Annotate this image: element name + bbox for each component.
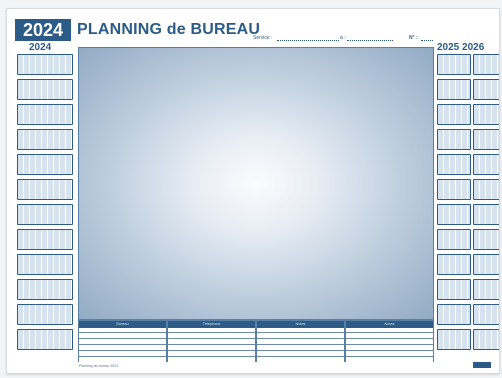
right-calendar-column-2026 <box>473 54 499 360</box>
right-calendar-years: 2025 2026 <box>437 42 485 53</box>
corner-tag <box>473 362 491 368</box>
planning-writing-area[interactable] <box>78 47 434 320</box>
month-calendar-block <box>17 104 73 125</box>
month-calendar-block <box>17 204 73 225</box>
year-badge: 2024 <box>15 19 71 41</box>
note-lines <box>168 328 255 362</box>
note-column-3[interactable]: Notes <box>256 320 345 362</box>
month-calendar-block <box>473 229 499 250</box>
month-calendar-block <box>17 254 73 275</box>
location-label: à : <box>340 35 346 41</box>
month-calendar-block <box>437 254 471 275</box>
month-calendar-block <box>437 179 471 200</box>
month-calendar-block <box>473 179 499 200</box>
month-calendar-block <box>17 229 73 250</box>
month-calendar-block <box>437 229 471 250</box>
notes-section: Bureau Téléphone Notes Notes <box>78 320 434 362</box>
desk-planner-sheet: 2024 PLANNING de BUREAU Service : à : N°… <box>6 8 500 374</box>
note-lines <box>79 328 166 362</box>
month-calendar-block <box>473 129 499 150</box>
month-calendar-block <box>17 279 73 300</box>
month-calendar-block <box>437 279 471 300</box>
month-calendar-block <box>17 54 73 75</box>
month-calendar-block <box>17 179 73 200</box>
month-calendar-block <box>473 279 499 300</box>
note-lines <box>346 328 433 362</box>
month-calendar-block <box>437 154 471 175</box>
month-calendar-block <box>473 79 499 100</box>
service-label: Service : <box>253 35 273 41</box>
month-calendar-block <box>17 79 73 100</box>
month-calendar-block <box>437 54 471 75</box>
month-calendar-block <box>437 79 471 100</box>
month-calendar-block <box>473 54 499 75</box>
month-calendar-block <box>473 304 499 325</box>
month-calendar-block <box>473 104 499 125</box>
note-lines <box>257 328 344 362</box>
month-calendar-block <box>437 329 471 350</box>
month-calendar-block <box>437 204 471 225</box>
month-calendar-block <box>473 204 499 225</box>
month-calendar-block <box>473 154 499 175</box>
month-calendar-block <box>17 129 73 150</box>
note-column-2-header: Téléphone <box>168 321 255 328</box>
month-calendar-block <box>437 129 471 150</box>
note-column-2[interactable]: Téléphone <box>167 320 256 362</box>
page-title: PLANNING de BUREAU <box>77 21 261 38</box>
month-calendar-block <box>437 104 471 125</box>
note-column-3-header: Notes <box>257 321 344 328</box>
number-field-line[interactable] <box>421 40 433 41</box>
month-calendar-block <box>437 304 471 325</box>
month-calendar-block <box>17 154 73 175</box>
location-field-line[interactable] <box>347 40 393 41</box>
footer-text: Planning de bureau 2024 <box>79 364 119 368</box>
note-column-4[interactable]: Notes <box>345 320 434 362</box>
left-calendar-year: 2024 <box>29 42 52 53</box>
note-column-1-header: Bureau <box>79 321 166 328</box>
number-label: N° : <box>409 35 418 41</box>
month-calendar-block <box>473 329 499 350</box>
service-field-line[interactable] <box>277 40 339 41</box>
month-calendar-block <box>17 329 73 350</box>
month-calendar-block <box>17 304 73 325</box>
note-column-1[interactable]: Bureau <box>78 320 167 362</box>
right-calendar-column-2025 <box>437 54 471 360</box>
month-calendar-block <box>473 254 499 275</box>
left-calendar-column <box>17 54 73 360</box>
note-column-4-header: Notes <box>346 321 433 328</box>
